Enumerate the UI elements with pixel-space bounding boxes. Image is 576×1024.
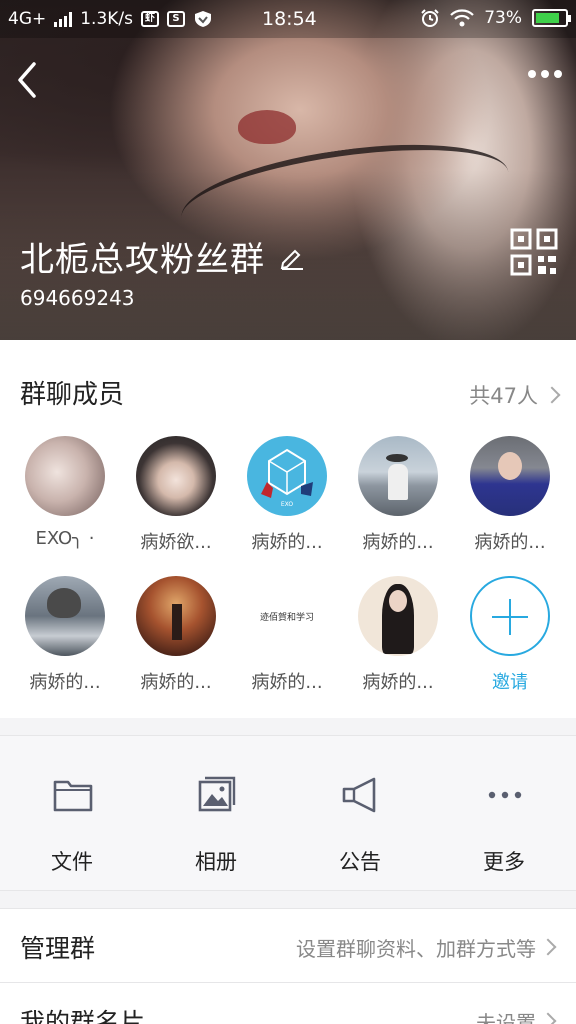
member-avatar: EXO: [247, 436, 327, 516]
network-speed: 1.3K/s: [80, 9, 134, 29]
member-name: 病娇的...: [362, 532, 434, 553]
qr-code-icon[interactable]: [510, 228, 558, 276]
tool-label: 文件: [51, 850, 93, 874]
chevron-right-icon: [539, 1012, 557, 1024]
member-item[interactable]: 病娇的...: [343, 436, 453, 554]
member-item[interactable]: 病娇的...: [343, 576, 453, 694]
more-options-icon[interactable]: [528, 70, 562, 78]
member-avatar: [358, 576, 438, 656]
member-avatar: [358, 436, 438, 516]
clock: 18:54: [262, 8, 317, 30]
notification-app-icon: S: [167, 11, 186, 27]
group-name: 北栀总攻粉丝群: [20, 240, 265, 280]
tool-announcement-button[interactable]: 公告: [288, 736, 432, 892]
member-name: 病娇欲...: [140, 532, 212, 553]
member-name: 病娇的...: [251, 532, 323, 553]
notification-app-icon: 虾: [141, 11, 160, 27]
invite-member-button[interactable]: 邀请: [455, 576, 565, 694]
member-item[interactable]: 病娇的...: [121, 576, 231, 694]
row-title: 我的群名片: [20, 1008, 146, 1024]
member-name: 病娇的...: [29, 672, 101, 693]
network-type: 4G+: [8, 9, 47, 29]
battery-icon: [532, 9, 571, 27]
cover-photo-detail: [238, 110, 296, 144]
member-name: 病娇的...: [474, 532, 546, 553]
members-count-link[interactable]: 共47人: [469, 380, 561, 410]
members-title: 群聊成员: [20, 380, 125, 410]
member-avatar: [25, 576, 105, 656]
member-name: 病娇的...: [140, 672, 212, 693]
row-value: 未设置: [476, 1011, 536, 1024]
album-icon: [198, 776, 236, 812]
battery-percent: 73%: [484, 8, 522, 28]
signal-icon: [54, 11, 73, 27]
status-bar: 4G+ 1.3K/s 虾 S 18:54 73%: [0, 0, 576, 38]
chevron-right-icon: [543, 386, 561, 404]
row-value: 设置群聊资料、加群方式等: [296, 937, 536, 961]
megaphone-icon: [342, 777, 376, 813]
member-avatar: [470, 436, 550, 516]
edit-pencil-icon[interactable]: [279, 244, 305, 270]
member-name: EXO╮ ·: [35, 528, 95, 549]
member-item[interactable]: 病娇欲...: [121, 436, 231, 554]
tool-files-button[interactable]: 文件: [0, 736, 144, 892]
member-avatar: [25, 436, 105, 516]
back-arrow-icon[interactable]: [12, 60, 48, 100]
group-members-card: 群聊成员 共47人 EXO╮ · 病娇欲... EXO 病娇的... 病娇的..…: [0, 340, 576, 718]
member-item[interactable]: 迹佰賀和学习 病娇的...: [232, 576, 342, 694]
invite-label: 邀请: [492, 672, 528, 693]
tool-label: 更多: [483, 850, 525, 874]
member-item[interactable]: 病娇的...: [455, 436, 565, 554]
vpn-shield-icon: [195, 11, 212, 27]
alarm-icon: [421, 9, 439, 27]
avatar-handwritten-text: 迹佰賀和学习: [259, 613, 314, 623]
member-item[interactable]: 病娇的...: [10, 576, 120, 694]
tool-label: 公告: [339, 850, 381, 874]
wifi-icon: [450, 9, 474, 27]
member-avatar: [136, 576, 216, 656]
tool-album-button[interactable]: 相册: [144, 736, 288, 892]
member-item[interactable]: EXO╮ ·: [10, 436, 120, 549]
add-icon: [470, 576, 550, 656]
group-tools-bar: 文件 相册 公告 更多: [0, 735, 576, 891]
members-count: 共47人: [469, 384, 538, 408]
member-avatar: [136, 436, 216, 516]
member-name: 病娇的...: [251, 672, 323, 693]
more-icon: [488, 791, 522, 799]
my-group-card-row[interactable]: 我的群名片 未设置: [0, 982, 576, 1024]
exo-logo-icon: EXO: [261, 448, 313, 508]
tool-more-button[interactable]: 更多: [432, 736, 576, 892]
row-title: 管理群: [20, 934, 96, 963]
manage-group-row[interactable]: 管理群 设置群聊资料、加群方式等: [0, 908, 576, 982]
member-avatar: 迹佰賀和学习: [247, 576, 327, 656]
group-id: 694669243: [20, 286, 135, 310]
tool-label: 相册: [195, 850, 237, 874]
member-name: 病娇的...: [362, 672, 434, 693]
avatar-logo-text: EXO: [281, 501, 294, 508]
chevron-right-icon: [539, 938, 557, 956]
member-item[interactable]: EXO 病娇的...: [232, 436, 342, 554]
folder-icon: [53, 780, 93, 812]
